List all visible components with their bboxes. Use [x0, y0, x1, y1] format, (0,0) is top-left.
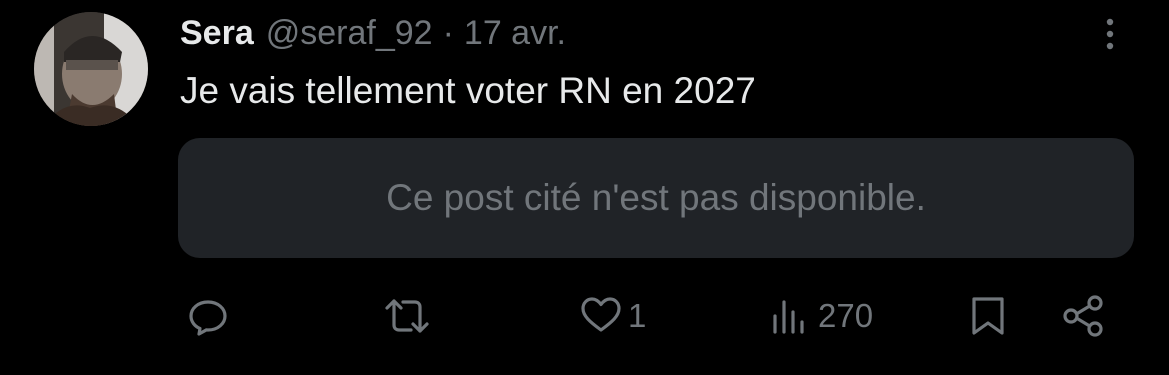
bookmark-icon [972, 297, 1004, 335]
like-count: 1 [628, 297, 647, 334]
views-button[interactable]: 270 [770, 294, 873, 338]
reply-button[interactable] [186, 294, 230, 338]
tweet-text: Je vais tellement voter RN en 2027 [180, 70, 756, 111]
quoted-post-unavailable-text: Ce post cité n'est pas disponible. [386, 177, 926, 218]
bookmark-button[interactable] [968, 294, 1008, 338]
tweet-header: Sera @seraf_92 · 17 avr. [180, 8, 566, 58]
author-handle[interactable]: @seraf_92 [266, 14, 433, 53]
tweet-date[interactable]: 17 avr. [464, 14, 566, 53]
author-name[interactable]: Sera [180, 14, 254, 53]
header-separator: · [442, 13, 454, 52]
quoted-post-card: Ce post cité n'est pas disponible. [178, 138, 1134, 258]
share-icon [1063, 295, 1103, 337]
share-button[interactable] [1060, 294, 1106, 338]
more-options-button[interactable] [1096, 14, 1124, 54]
avatar[interactable] [34, 12, 148, 126]
more-vertical-icon [1106, 18, 1114, 50]
avatar-image [34, 12, 148, 126]
like-button[interactable]: 1 [580, 294, 646, 338]
views-icon [773, 300, 804, 334]
retweet-button[interactable] [383, 294, 431, 338]
views-count: 270 [818, 297, 874, 334]
reply-icon [189, 300, 227, 336]
heart-icon [581, 297, 621, 332]
retweet-icon [385, 299, 429, 333]
